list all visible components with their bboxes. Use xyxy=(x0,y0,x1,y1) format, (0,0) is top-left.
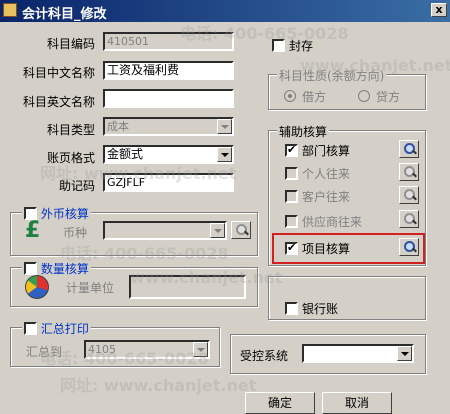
sealed-checkbox[interactable] xyxy=(272,39,285,52)
quantity-checkbox[interactable] xyxy=(24,262,37,275)
format-label: 账页格式 xyxy=(46,151,95,165)
title-bar[interactable]: 会计科目_修改 x xyxy=(0,0,450,22)
aux-dept-search-icon[interactable] xyxy=(399,140,419,158)
watermark-site-4: 网址: www.chanjet.net xyxy=(60,376,257,395)
currency-select[interactable] xyxy=(103,221,227,240)
debit-radio[interactable] xyxy=(284,90,296,102)
aux-title: 辅助核算 xyxy=(277,123,330,140)
control-dropdown-arrow-icon[interactable] xyxy=(397,346,412,361)
cn-name-value: 工资及福利费 xyxy=(107,63,180,77)
summary-to-value: 4105 xyxy=(88,343,116,356)
format-dropdown-arrow-icon[interactable] xyxy=(217,147,232,162)
type-dropdown-arrow-icon[interactable] xyxy=(217,119,232,134)
aux-checkbox-supplier[interactable] xyxy=(285,215,298,228)
app-icon xyxy=(3,3,17,17)
summary-print-label: 汇总打印 xyxy=(40,322,89,336)
type-value: 成本 xyxy=(107,120,129,133)
aux-supplier-search-icon[interactable] xyxy=(399,210,419,228)
mnemonic-value: GZJFLF xyxy=(107,176,146,189)
credit-radio[interactable] xyxy=(358,90,370,102)
cn-name-label: 科目中文名称 xyxy=(22,66,95,80)
type-select[interactable]: 成本 xyxy=(103,117,234,136)
currency-dropdown-arrow-icon[interactable] xyxy=(210,223,225,238)
code-field[interactable]: 410501 xyxy=(103,32,234,51)
summary-to-label: 汇总到 xyxy=(26,345,63,359)
code-value: 410501 xyxy=(107,35,149,48)
quantity-title: 数量核算 xyxy=(22,260,91,277)
summary-to-dropdown-arrow-icon[interactable] xyxy=(193,342,208,357)
code-label: 科目编码 xyxy=(46,37,95,51)
en-name-label: 科目英文名称 xyxy=(22,95,95,109)
ok-button[interactable]: 确定 xyxy=(245,392,315,414)
cn-name-field[interactable]: 工资及福利费 xyxy=(103,61,234,80)
aux-personal-search-icon[interactable] xyxy=(399,163,419,181)
credit-label: 贷方 xyxy=(376,90,401,104)
control-label: 受控系统 xyxy=(240,349,289,363)
debit-label: 借方 xyxy=(302,90,327,104)
aux-checkbox-customer[interactable] xyxy=(285,190,298,203)
quantity-label: 数量核算 xyxy=(40,262,89,276)
currency-search-icon[interactable] xyxy=(231,221,251,239)
unit-field[interactable] xyxy=(129,275,246,299)
sealed-label: 封存 xyxy=(289,39,314,53)
window-title: 会计科目_修改 xyxy=(22,7,107,22)
aux-checkbox-personal[interactable] xyxy=(285,167,298,180)
format-value: 金额式 xyxy=(107,147,144,161)
mnemonic-field[interactable]: GZJFLF xyxy=(103,173,234,192)
currency-pound-icon: £ xyxy=(25,218,41,243)
bank-account-label: 银行账 xyxy=(302,302,339,316)
control-select[interactable] xyxy=(302,344,414,363)
summary-print-checkbox[interactable] xyxy=(24,322,37,335)
cancel-button[interactable]: 取消 xyxy=(322,392,392,414)
summary-to-select[interactable]: 4105 xyxy=(84,340,210,359)
aux-customer-search-icon[interactable] xyxy=(399,186,419,204)
en-name-field[interactable] xyxy=(103,89,234,108)
aux-label-customer: 客户往来 xyxy=(302,190,351,204)
quantity-pie-icon xyxy=(25,275,49,299)
bank-account-checkbox[interactable] xyxy=(285,302,298,315)
type-label: 科目类型 xyxy=(46,123,95,137)
highlight-box xyxy=(272,233,425,264)
nature-title: 科目性质(余额方向) xyxy=(277,67,387,84)
aux-label-personal: 个人往来 xyxy=(302,167,351,181)
aux-label-dept: 部门核算 xyxy=(302,144,351,158)
format-select[interactable]: 金额式 xyxy=(103,145,234,164)
mnemonic-label: 助记码 xyxy=(58,179,95,193)
aux-checkbox-dept[interactable] xyxy=(285,143,298,157)
dialog-window: 会计科目_修改 x 科目编码 410501 科目中文名称 工资及福利费 科目英文… xyxy=(0,0,450,414)
summary-print-title: 汇总打印 xyxy=(22,320,91,337)
close-button[interactable]: x xyxy=(431,3,447,17)
currency-label: 币种 xyxy=(63,226,88,240)
foreign-currency-label: 外币核算 xyxy=(40,207,89,221)
aux-label-supplier: 供应商往来 xyxy=(302,215,363,229)
unit-label: 计量单位 xyxy=(66,281,115,295)
